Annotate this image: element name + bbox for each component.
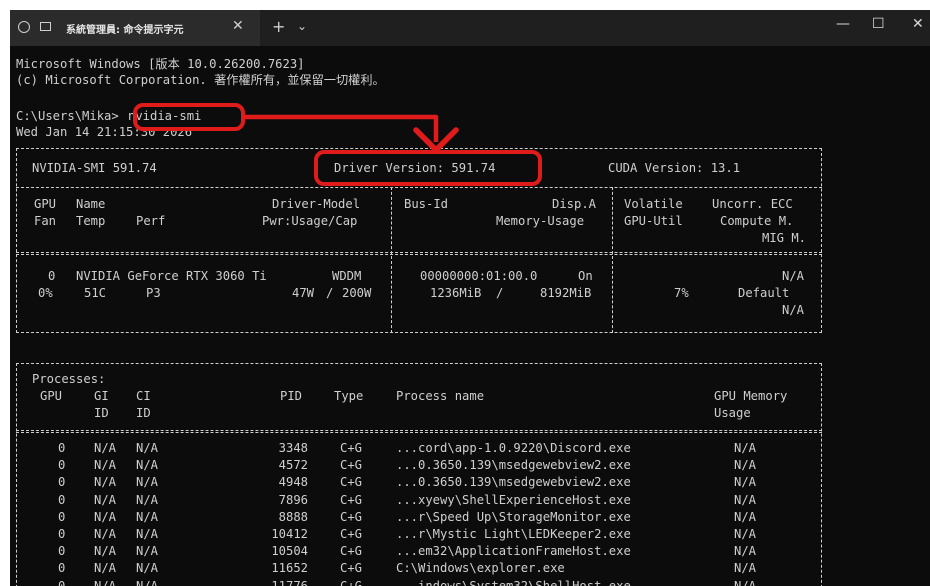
- new-tab-button[interactable]: +: [272, 17, 285, 36]
- title-bar: 系統管理員: 命令提示字元 ✕ + ⌄ — ☐ ✕: [10, 10, 930, 46]
- console-output[interactable]: Microsoft Windows [版本 10.0.26200.7623] (…: [10, 46, 930, 586]
- annotation-arrow: [245, 114, 459, 153]
- chevron-down-icon[interactable]: ⌄: [297, 19, 307, 33]
- close-button[interactable]: ✕: [912, 16, 924, 32]
- maximize-button[interactable]: ☐: [872, 16, 885, 32]
- tab-title: 系統管理員: 命令提示字元: [66, 25, 184, 36]
- terminal-window: 系統管理員: 命令提示字元 ✕ + ⌄ — ☐ ✕ Microsoft Wind…: [10, 10, 930, 586]
- tab-command-prompt[interactable]: 系統管理員: 命令提示字元 ✕: [10, 10, 260, 46]
- shield-icon: [18, 21, 30, 33]
- tab-close-icon[interactable]: ✕: [232, 18, 244, 34]
- terminal-icon: [40, 22, 51, 31]
- minimize-button[interactable]: —: [836, 16, 850, 32]
